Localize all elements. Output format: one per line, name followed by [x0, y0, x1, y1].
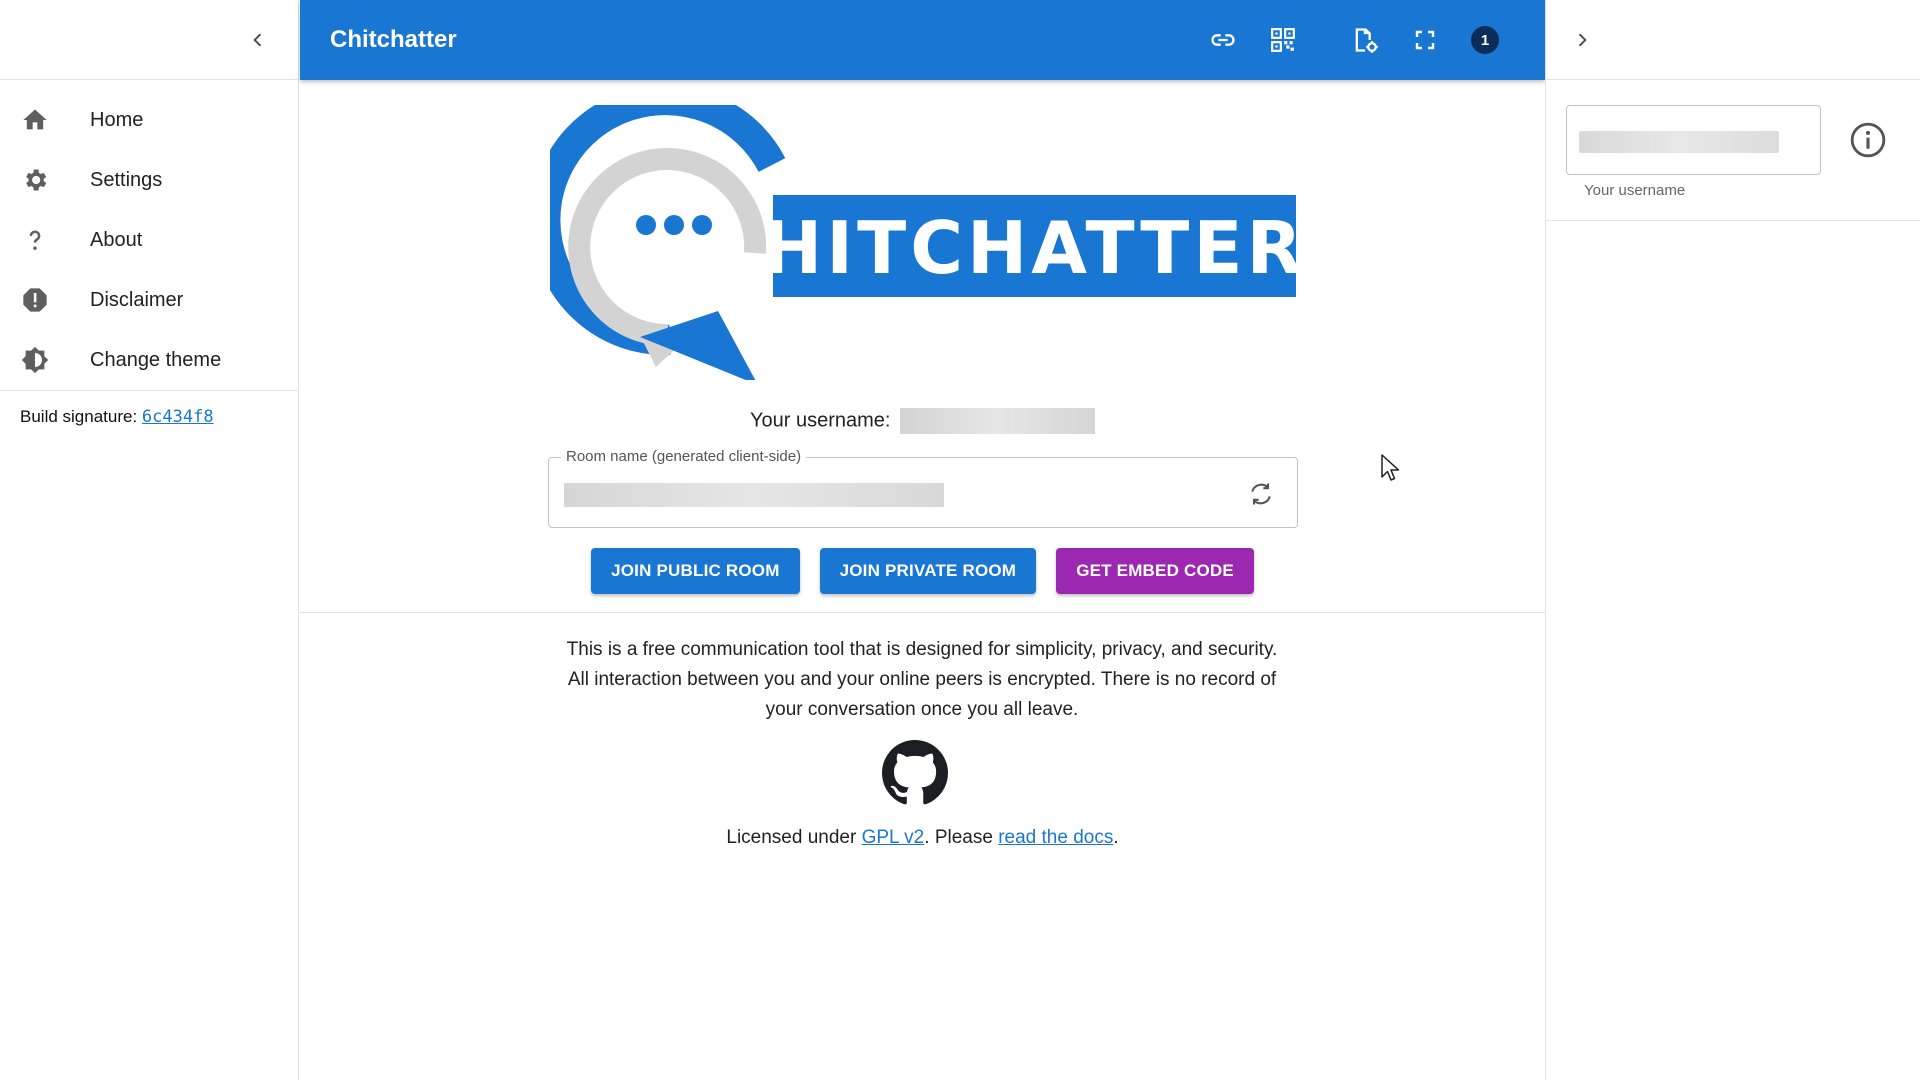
license-line: Licensed under GPL v2. Please read the d… — [300, 827, 1545, 849]
copy-link-button[interactable] — [1201, 18, 1245, 62]
peer-count-button[interactable]: 1 — [1463, 18, 1507, 62]
get-embed-code-button[interactable]: GET EMBED CODE — [1056, 548, 1254, 594]
join-private-room-button[interactable]: JOIN PRIVATE ROOM — [819, 548, 1037, 594]
close-right-drawer-button[interactable] — [1566, 24, 1598, 56]
qr-code-icon — [1271, 28, 1295, 52]
github-link[interactable] — [882, 740, 948, 806]
docs-link[interactable]: read the docs — [998, 827, 1113, 848]
username-row: Your username: — [300, 408, 1545, 434]
theme-icon — [20, 345, 50, 375]
username-helper-text: Your username — [1584, 182, 1686, 199]
logo-wordmark: HITCHATTER — [762, 206, 1300, 290]
username-label: Your username: — [749, 409, 891, 432]
room-name-value-blurred — [564, 483, 944, 507]
link-icon — [1211, 34, 1235, 46]
nav-item-label: Disclaimer — [90, 288, 184, 311]
username-field[interactable] — [1566, 105, 1821, 175]
drawer-header — [0, 0, 298, 80]
build-hash-link[interactable]: 6c434f8 — [142, 407, 214, 427]
gpl-link[interactable]: GPL v2 — [862, 827, 925, 848]
room-settings-button[interactable] — [1343, 18, 1387, 62]
main-content: HITCHATTER Your username: Room name (gen… — [300, 80, 1545, 1080]
join-public-room-button[interactable]: JOIN PUBLIC ROOM — [591, 548, 800, 594]
refresh-icon — [1251, 483, 1271, 505]
github-icon — [882, 740, 948, 805]
chitchatter-logo: HITCHATTER — [530, 85, 1302, 385]
license-prefix: Licensed under — [726, 827, 862, 848]
question-icon — [20, 225, 50, 255]
app-description: This is a free communication tool that i… — [566, 639, 1278, 720]
right-drawer-header — [1546, 0, 1920, 80]
nav-item-label: Home — [90, 108, 144, 131]
nav-item-settings[interactable]: Settings — [0, 150, 298, 210]
username-blurred — [900, 408, 1096, 434]
peer-count-badge: 1 — [1471, 26, 1499, 54]
regenerate-room-button[interactable] — [1245, 478, 1277, 510]
alert-icon — [20, 285, 50, 315]
user-panel: Your username — [1546, 80, 1920, 221]
info-icon — [1850, 122, 1886, 158]
gear-icon — [20, 165, 50, 195]
app-bar-actions: 1 — [1185, 18, 1507, 62]
main-divider — [300, 612, 1545, 613]
room-actions: JOIN PUBLIC ROOM JOIN PRIVATE ROOM GET E… — [300, 548, 1545, 594]
license-suffix: . — [1113, 827, 1119, 848]
fullscreen-icon — [1415, 30, 1435, 50]
nav-item-home[interactable]: Home — [0, 90, 298, 150]
app-bar: Chitchatter 1 — [300, 0, 1545, 80]
nav-item-disclaimer[interactable]: Disclaimer — [0, 270, 298, 330]
build-signature: Build signature: 6c434f8 — [0, 391, 298, 427]
room-name-label: Room name (generated client-side) — [561, 448, 807, 465]
room-settings-icon — [1355, 28, 1378, 53]
nav-item-label: About — [90, 228, 143, 251]
username-value-blurred — [1579, 131, 1779, 153]
nav-item-label: Settings — [90, 168, 163, 191]
build-signature-label: Build signature: — [20, 407, 138, 426]
home-icon — [20, 105, 50, 135]
qr-code-button[interactable] — [1261, 18, 1305, 62]
nav-item-change-theme[interactable]: Change theme — [0, 330, 298, 390]
username-info-button[interactable] — [1846, 118, 1890, 162]
collapse-drawer-button[interactable] — [242, 24, 274, 56]
right-drawer: Your username — [1545, 0, 1920, 1080]
license-middle: . Please — [924, 827, 999, 848]
chevron-left-icon — [253, 33, 262, 47]
nav-list: Home Settings About Disclaimer Change th… — [0, 80, 298, 390]
nav-item-about[interactable]: About — [0, 210, 298, 270]
fullscreen-button[interactable] — [1403, 18, 1447, 62]
room-name-field[interactable]: Room name (generated client-side) — [548, 448, 1298, 528]
chevron-right-icon — [1578, 33, 1587, 47]
left-drawer: Home Settings About Disclaimer Change th… — [0, 0, 299, 1080]
app-title: Chitchatter — [330, 26, 457, 53]
nav-item-label: Change theme — [90, 348, 222, 371]
